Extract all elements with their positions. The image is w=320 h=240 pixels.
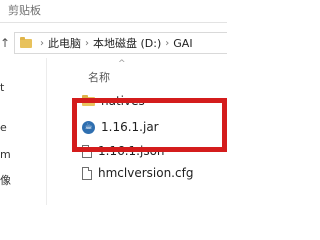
sidebar-item-fragment[interactable]: e [0,121,7,134]
document-icon [82,144,92,158]
file-row-natives[interactable]: natives [82,91,145,111]
file-row-jar[interactable]: ☕ 1.16.1.jar [82,117,159,137]
chevron-up-icon[interactable]: ^ [118,59,126,69]
sidebar-divider [46,58,47,205]
breadcrumb-gai[interactable]: GAI [173,37,192,50]
clipboard-group-label: 剪贴板 [8,4,41,17]
file-name: 1.16.1.jar [101,120,159,134]
breadcrumb-local-disk-d[interactable]: 本地磁盘 (D:) [93,35,161,51]
file-name: 1.16.1.json [98,144,165,158]
breadcrumb-this-pc[interactable]: 此电脑 [48,35,81,51]
file-name: hmclversion.cfg [98,166,194,180]
up-arrow-icon[interactable]: ↑ [0,35,10,51]
document-icon [82,166,92,180]
address-bar[interactable]: › 此电脑 › 本地磁盘 (D:) › GAI [14,32,227,54]
file-explorer-window: 剪贴板 ↑ › 此电脑 › 本地磁盘 (D:) › GAI t e m 像 ^ … [0,0,227,205]
sidebar-item-fragment[interactable]: t [0,81,4,94]
file-name: natives [101,94,145,108]
chevron-right-icon[interactable]: › [165,38,169,49]
file-row-cfg[interactable]: hmclversion.cfg [82,163,193,183]
column-header-name[interactable]: 名称 [88,69,110,85]
folder-icon [82,94,95,106]
sidebar-item-fragment[interactable]: 像 [0,172,11,188]
chevron-right-icon[interactable]: › [40,38,44,49]
chevron-right-icon[interactable]: › [85,38,89,49]
folder-icon [20,36,32,48]
java-jar-icon: ☕ [82,120,95,134]
file-row-json[interactable]: 1.16.1.json [82,141,165,161]
ribbon-divider [0,22,227,23]
sidebar-item-fragment[interactable]: m [0,148,11,161]
